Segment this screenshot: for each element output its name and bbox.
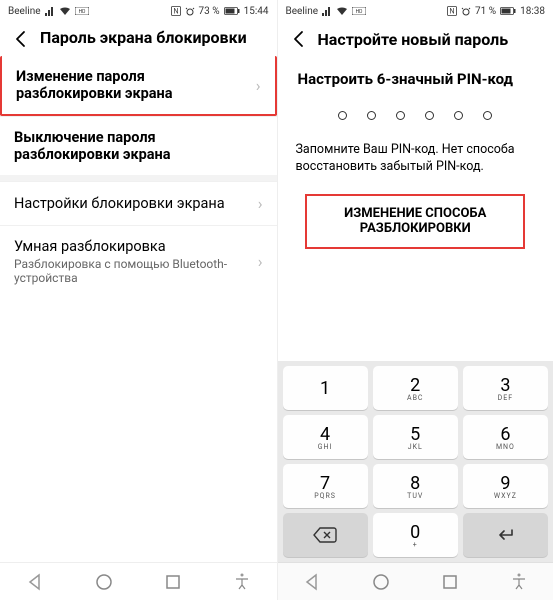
item-label: Выключение пароля разблокировки экрана (14, 129, 263, 163)
settings-item-lock-settings[interactable]: Настройки блокировки экрана › (0, 181, 277, 225)
signal-icon (322, 6, 332, 16)
alarm-icon (461, 6, 471, 16)
pin-dot (454, 111, 463, 120)
phone-right-pin-setup: Beeline HD N 71 % 18:38 Настройте новый … (277, 0, 553, 600)
back-button[interactable] (288, 28, 310, 50)
pin-indicator (278, 95, 553, 134)
pin-setup-heading: Настроить 6-значный PIN-код (278, 56, 553, 95)
nav-recent-icon[interactable] (439, 571, 461, 593)
volte-icon: HD (75, 7, 89, 15)
settings-item-disable-password[interactable]: Выключение пароля разблокировки экрана (0, 116, 277, 175)
key-2[interactable]: 2ABC (373, 366, 458, 410)
nav-home-icon[interactable] (93, 571, 115, 593)
battery-icon (224, 7, 240, 15)
key-5[interactable]: 5JKL (373, 415, 458, 459)
item-sublabel: Разблокировка с помощью Bluetooth-устрой… (14, 257, 252, 285)
settings-item-smart-unlock[interactable]: Умная разблокировка Разблокировка с помо… (0, 225, 277, 297)
carrier-label: Beeline (286, 6, 319, 17)
nfc-icon: N (171, 6, 181, 16)
android-navbar (0, 562, 277, 600)
svg-text:N: N (173, 8, 178, 16)
item-label: Изменение пароля разблокировки экрана (16, 68, 250, 102)
key-1[interactable]: 1 (283, 366, 368, 410)
key-8[interactable]: 8TUV (373, 464, 458, 508)
svg-text:N: N (450, 8, 455, 16)
battery-label: 73 % (199, 6, 220, 17)
nav-accessibility-icon[interactable] (508, 571, 530, 593)
key-backspace[interactable] (283, 513, 368, 557)
chevron-right-icon: › (258, 194, 263, 213)
nav-accessibility-icon[interactable] (231, 571, 253, 593)
numeric-keypad: 1 2ABC 3DEF 4GHI 5JKL 6MNO 7PQRS 8TUV 9W… (278, 361, 553, 562)
nav-back-icon[interactable] (301, 571, 323, 593)
carrier-label: Beeline (8, 6, 41, 17)
item-label: Умная разблокировка (14, 238, 252, 255)
signal-icon (45, 6, 55, 16)
key-6[interactable]: 6MNO (463, 415, 548, 459)
svg-text:HD: HD (78, 9, 85, 15)
page-title: Настройте новый пароль (318, 28, 509, 49)
pin-dot (338, 111, 347, 120)
clock-label: 18:38 (520, 6, 545, 17)
key-0[interactable]: 0+ (373, 513, 458, 557)
wifi-icon (59, 6, 71, 16)
pin-dot (483, 111, 492, 120)
clock-label: 15:44 (244, 6, 269, 17)
nav-recent-icon[interactable] (162, 571, 184, 593)
item-label: Настройки блокировки экрана (14, 195, 252, 212)
status-bar: Beeline HD N 71 % 18:38 (278, 0, 553, 22)
page-title: Пароль экрана блокировки (40, 28, 247, 47)
battery-icon (500, 7, 516, 15)
battery-label: 71 % (475, 6, 496, 17)
settings-item-change-password[interactable]: Изменение пароля разблокировки экрана › (0, 56, 277, 116)
header: Пароль экрана блокировки (0, 22, 277, 56)
key-7[interactable]: 7PQRS (283, 464, 368, 508)
back-button[interactable] (10, 28, 32, 50)
nav-home-icon[interactable] (370, 571, 392, 593)
pin-dot (425, 111, 434, 120)
pin-dot (367, 111, 376, 120)
change-unlock-method-button[interactable]: ИЗМЕНЕНИЕ СПОСОБА РАЗБЛОКИРОВКИ (305, 194, 525, 249)
key-3[interactable]: 3DEF (463, 366, 548, 410)
svg-text:HD: HD (356, 9, 363, 15)
wifi-icon (336, 6, 348, 16)
chevron-right-icon: › (258, 252, 263, 271)
key-4[interactable]: 4GHI (283, 415, 368, 459)
status-bar: Beeline HD N 73 % 15:44 (0, 0, 277, 22)
phone-left-settings: Beeline HD N 73 % 15:44 Пароль экрана бл… (0, 0, 277, 600)
nfc-icon: N (447, 6, 457, 16)
header: Настройте новый пароль (278, 22, 553, 56)
chevron-right-icon: › (256, 76, 261, 95)
volte-icon: HD (352, 7, 366, 15)
pin-dot (396, 111, 405, 120)
nav-back-icon[interactable] (24, 571, 46, 593)
key-9[interactable]: 9WXYZ (463, 464, 548, 508)
pin-warning-text: Запомните Ваш PIN-код. Нет способа восст… (278, 134, 553, 192)
android-navbar (278, 562, 553, 600)
key-enter[interactable] (463, 513, 548, 557)
alarm-icon (185, 6, 195, 16)
